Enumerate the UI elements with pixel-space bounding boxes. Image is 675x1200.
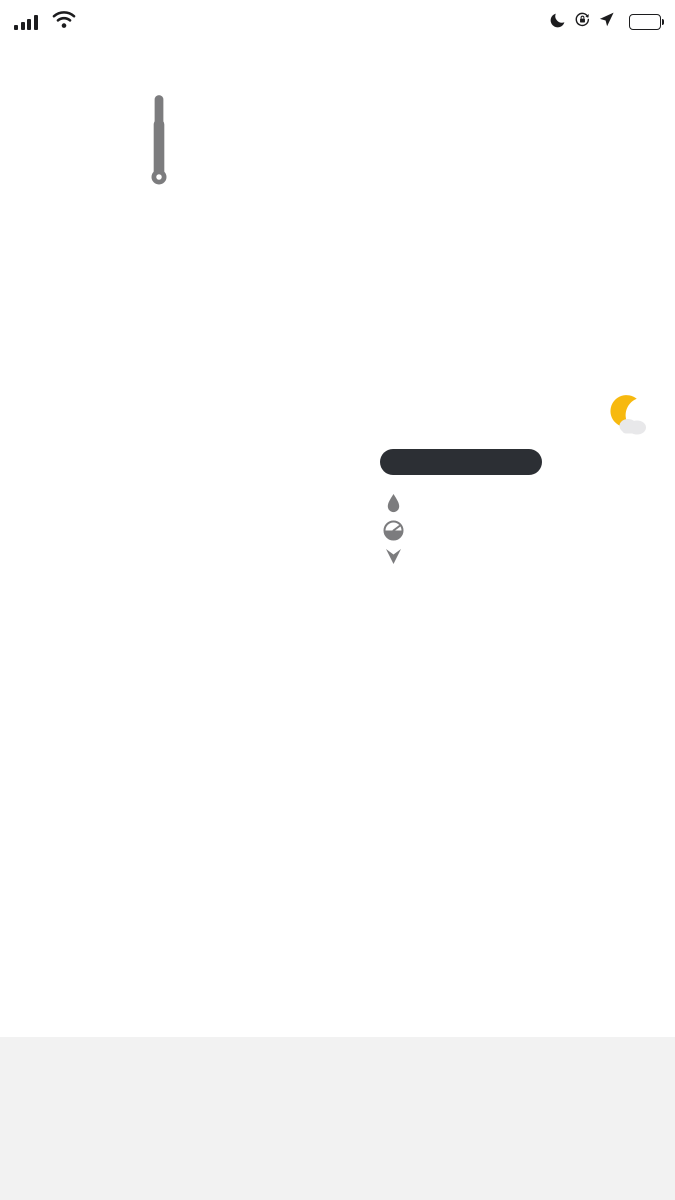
widget-clock[interactable] xyxy=(24,52,294,315)
barometer-icon xyxy=(380,520,406,541)
battery-icon xyxy=(629,14,665,30)
moon-cloud-icon xyxy=(592,388,650,443)
dock xyxy=(0,1037,675,1200)
rotation-lock-icon xyxy=(574,11,591,33)
widget-weather[interactable] xyxy=(380,388,650,583)
clock-face xyxy=(151,95,167,185)
widget-calendar[interactable] xyxy=(356,50,476,64)
weather-time-row xyxy=(380,388,386,414)
weather-condition-bar xyxy=(380,449,542,475)
weather-temperature-row xyxy=(380,479,650,488)
moon-icon xyxy=(550,11,567,33)
location-arrow-icon xyxy=(598,11,615,33)
wifi-icon xyxy=(52,10,76,34)
status-bar-right xyxy=(550,11,665,33)
weather-row-wind xyxy=(380,546,650,567)
weather-header xyxy=(380,388,650,443)
raindrop-icon xyxy=(380,493,406,515)
wind-arrow-icon xyxy=(380,546,406,567)
app-grid-area xyxy=(0,44,675,974)
weather-row-pressure xyxy=(380,520,650,541)
signal-bars-icon xyxy=(14,14,38,30)
status-bar xyxy=(0,0,675,44)
home-screen xyxy=(0,0,675,1200)
weather-row-rain xyxy=(380,493,650,515)
status-bar-left xyxy=(14,10,76,34)
clock-center-dot xyxy=(156,174,162,180)
cloud-shape xyxy=(619,419,646,435)
